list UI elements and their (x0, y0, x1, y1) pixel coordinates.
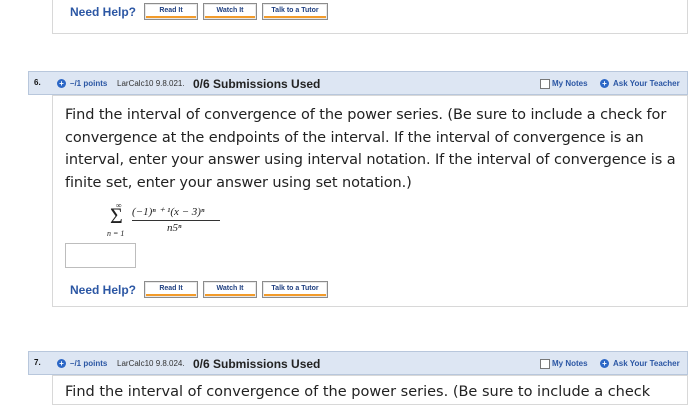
ask-teacher-plus-icon[interactable]: + (600, 359, 609, 368)
submissions-used: 0/6 Submissions Used (193, 357, 321, 371)
series-denominator: n5ⁿ (167, 222, 182, 234)
source-label[interactable]: LarCalc10 9.8.024. (117, 359, 185, 368)
series-lower-limit: n = 1 (107, 229, 125, 238)
talk-to-tutor-button[interactable]: Talk to a Tutor (262, 3, 329, 20)
talk-to-tutor-button[interactable]: Talk to a Tutor (262, 281, 329, 298)
ask-teacher-link[interactable]: Ask Your Teacher (613, 79, 680, 88)
ask-teacher-plus-icon[interactable]: + (600, 79, 609, 88)
need-help-label: Need Help? (70, 282, 137, 297)
fraction-bar (132, 220, 220, 221)
notes-icon[interactable] (540, 359, 550, 369)
question-text: Find the interval of convergence of the … (65, 107, 676, 191)
read-it-button[interactable]: Read It (144, 281, 199, 298)
watch-it-button[interactable]: Watch It (203, 3, 258, 20)
my-notes-link[interactable]: My Notes (552, 79, 588, 88)
ask-teacher-link[interactable]: Ask Your Teacher (613, 359, 680, 368)
expand-plus-icon[interactable]: + (57, 359, 66, 368)
need-help-label: Need Help? (70, 4, 137, 19)
question6-header: 6. + –/1 points LarCalc10 9.8.021. 0/6 S… (28, 71, 688, 95)
source-label[interactable]: LarCalc10 9.8.021. (117, 79, 185, 88)
watch-it-button[interactable]: Watch It (203, 281, 258, 298)
question6-help-row: Need Help? Read It Watch It Talk to a Tu… (70, 281, 333, 298)
sigma-symbol: Σ (110, 203, 123, 228)
my-notes-link[interactable]: My Notes (552, 359, 588, 368)
points-label: –/1 points (70, 79, 108, 88)
question7-header: 7. + –/1 points LarCalc10 9.8.024. 0/6 S… (28, 351, 688, 375)
question-number: 6. (34, 78, 41, 87)
points-label: –/1 points (70, 359, 108, 368)
top-help-row: Need Help? Read It Watch It Talk to a Tu… (70, 3, 333, 20)
read-it-button[interactable]: Read It (144, 3, 199, 20)
answer-input[interactable] (65, 243, 136, 268)
submissions-used: 0/6 Submissions Used (193, 77, 321, 91)
notes-icon[interactable] (540, 79, 550, 89)
question-text: Find the interval of convergence of the … (65, 384, 651, 400)
expand-plus-icon[interactable]: + (57, 79, 66, 88)
question-number: 7. (34, 358, 41, 367)
series-numerator: (−1)ⁿ ⁺ ¹(x − 3)ⁿ (132, 206, 205, 218)
